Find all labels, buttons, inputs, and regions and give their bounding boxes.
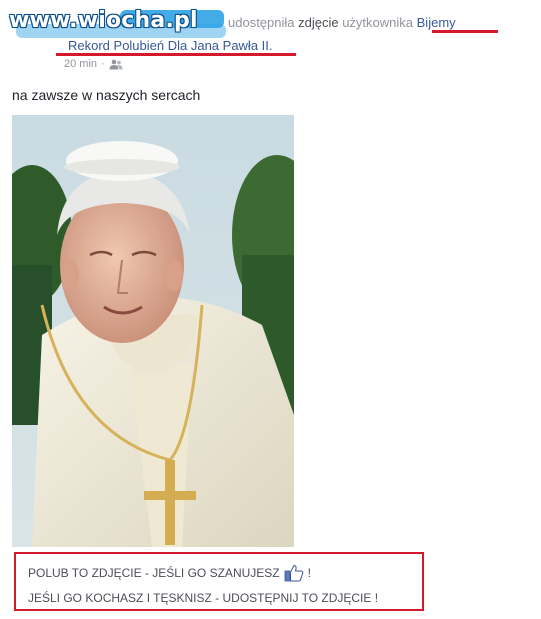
post-time-link[interactable]: 20 min — [64, 58, 97, 70]
group-link-part1[interactable]: Bijemy — [417, 15, 456, 30]
post-header: udostępniła zdjęcie użytkownika Bijemy — [228, 15, 456, 30]
post-status-text: na zawsze w naszych sercach — [12, 87, 201, 103]
shared-photo[interactable] — [12, 115, 294, 547]
red-underline-2 — [56, 53, 296, 56]
caption-line-2: JEŚLI GO KOCHASZ I TĘSKNISZ - UDOSTĘPNIJ… — [28, 591, 379, 605]
group-link-part2[interactable]: Rekord Polubień Dla Jana Pawła II. — [68, 38, 273, 53]
caption-highlight-box: POLUB TO ZDJĘCIE - JEŚLI GO SZANUJESZ ! … — [14, 552, 424, 611]
action-prefix: udostępniła — [228, 15, 299, 30]
caption-line-1: POLUB TO ZDJĘCIE - JEŚLI GO SZANUJESZ ! — [28, 564, 311, 582]
photo-illustration — [12, 115, 294, 547]
caption-line-1-suffix: ! — [307, 566, 311, 580]
red-underline-1 — [432, 30, 498, 33]
action-object-link[interactable]: zdjęcie — [298, 15, 338, 30]
thumbs-up-icon — [284, 564, 304, 582]
post-meta: 20 min · — [64, 58, 123, 70]
caption-line-1-text: POLUB TO ZDJĘCIE - JEŚLI GO SZANUJESZ — [28, 566, 280, 580]
friends-icon[interactable] — [109, 59, 123, 70]
action-suffix: użytkownika — [338, 15, 417, 30]
site-watermark: www.wiocha.pl — [9, 8, 198, 33]
